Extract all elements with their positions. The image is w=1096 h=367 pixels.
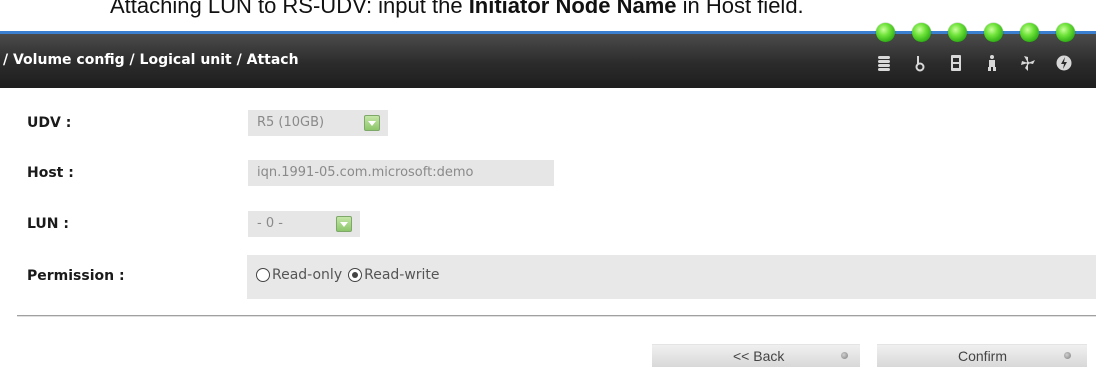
- ups-icon[interactable]: [974, 52, 1010, 74]
- voltage-icon[interactable]: [1046, 52, 1082, 74]
- divider-shadow: [17, 316, 1096, 317]
- disk-led-icon: [876, 23, 895, 42]
- read-write-radio[interactable]: Read-write: [348, 267, 440, 283]
- button-dot-icon: [1064, 352, 1071, 359]
- temperature-icon[interactable]: [902, 52, 938, 74]
- instruction-caption: Attaching LUN to RS-UDV: input the Initi…: [110, 0, 1096, 21]
- lun-row: LUN : - 0 -: [0, 203, 1096, 247]
- udv-label: UDV :: [27, 115, 72, 131]
- breadcrumb: / Volume config / Logical unit / Attach: [3, 52, 299, 68]
- read-only-label: Read-only: [272, 267, 343, 283]
- status-icon-group: [866, 52, 1082, 74]
- permission-label: Permission :: [27, 268, 125, 284]
- host-label: Host :: [27, 165, 74, 181]
- radio-unchecked-icon[interactable]: [256, 268, 270, 282]
- power-supply-icon[interactable]: [938, 52, 974, 74]
- lun-label: LUN :: [27, 216, 69, 232]
- read-write-label: Read-write: [364, 267, 440, 283]
- temperature-led-icon: [912, 23, 931, 42]
- caption-prefix: Attaching LUN to RS-UDV: input the: [110, 0, 469, 18]
- permission-radio-group: Read-only Read-write: [256, 267, 446, 283]
- caption-bold: Initiator Node Name: [468, 0, 677, 18]
- read-only-radio[interactable]: Read-only: [256, 267, 342, 283]
- chevron-down-icon[interactable]: [364, 115, 380, 131]
- lun-select-value: - 0 -: [257, 216, 283, 231]
- disk-icon[interactable]: [866, 52, 902, 74]
- permission-row: Permission : Read-only Read-write: [0, 255, 1096, 299]
- caption-suffix: in Host field.: [676, 0, 804, 18]
- radio-checked-icon[interactable]: [348, 268, 363, 282]
- confirm-button-label: Confirm: [958, 348, 1008, 364]
- host-field[interactable]: iqn.1991-05.com.microsoft:demo: [248, 160, 554, 186]
- lun-select[interactable]: - 0 -: [248, 211, 360, 237]
- udv-row: UDV : R5 (10GB): [0, 102, 1096, 146]
- voltage-led-icon: [1056, 23, 1075, 42]
- host-row: Host : iqn.1991-05.com.microsoft:demo: [0, 152, 1096, 196]
- power-led-icon: [948, 23, 967, 42]
- back-button-label: << Back: [733, 348, 785, 364]
- button-dot-icon: [841, 352, 848, 359]
- back-button[interactable]: << Back: [652, 344, 860, 367]
- udv-select-value: R5 (10GB): [257, 115, 325, 130]
- host-field-value: iqn.1991-05.com.microsoft:demo: [257, 165, 474, 180]
- udv-select[interactable]: R5 (10GB): [248, 110, 388, 136]
- ups-led-icon: [984, 23, 1003, 42]
- chevron-down-icon[interactable]: [336, 216, 352, 232]
- confirm-button[interactable]: Confirm: [877, 344, 1087, 367]
- fan-led-icon: [1020, 23, 1039, 42]
- status-led-row: [0, 20, 1096, 46]
- fan-icon[interactable]: [1010, 52, 1046, 74]
